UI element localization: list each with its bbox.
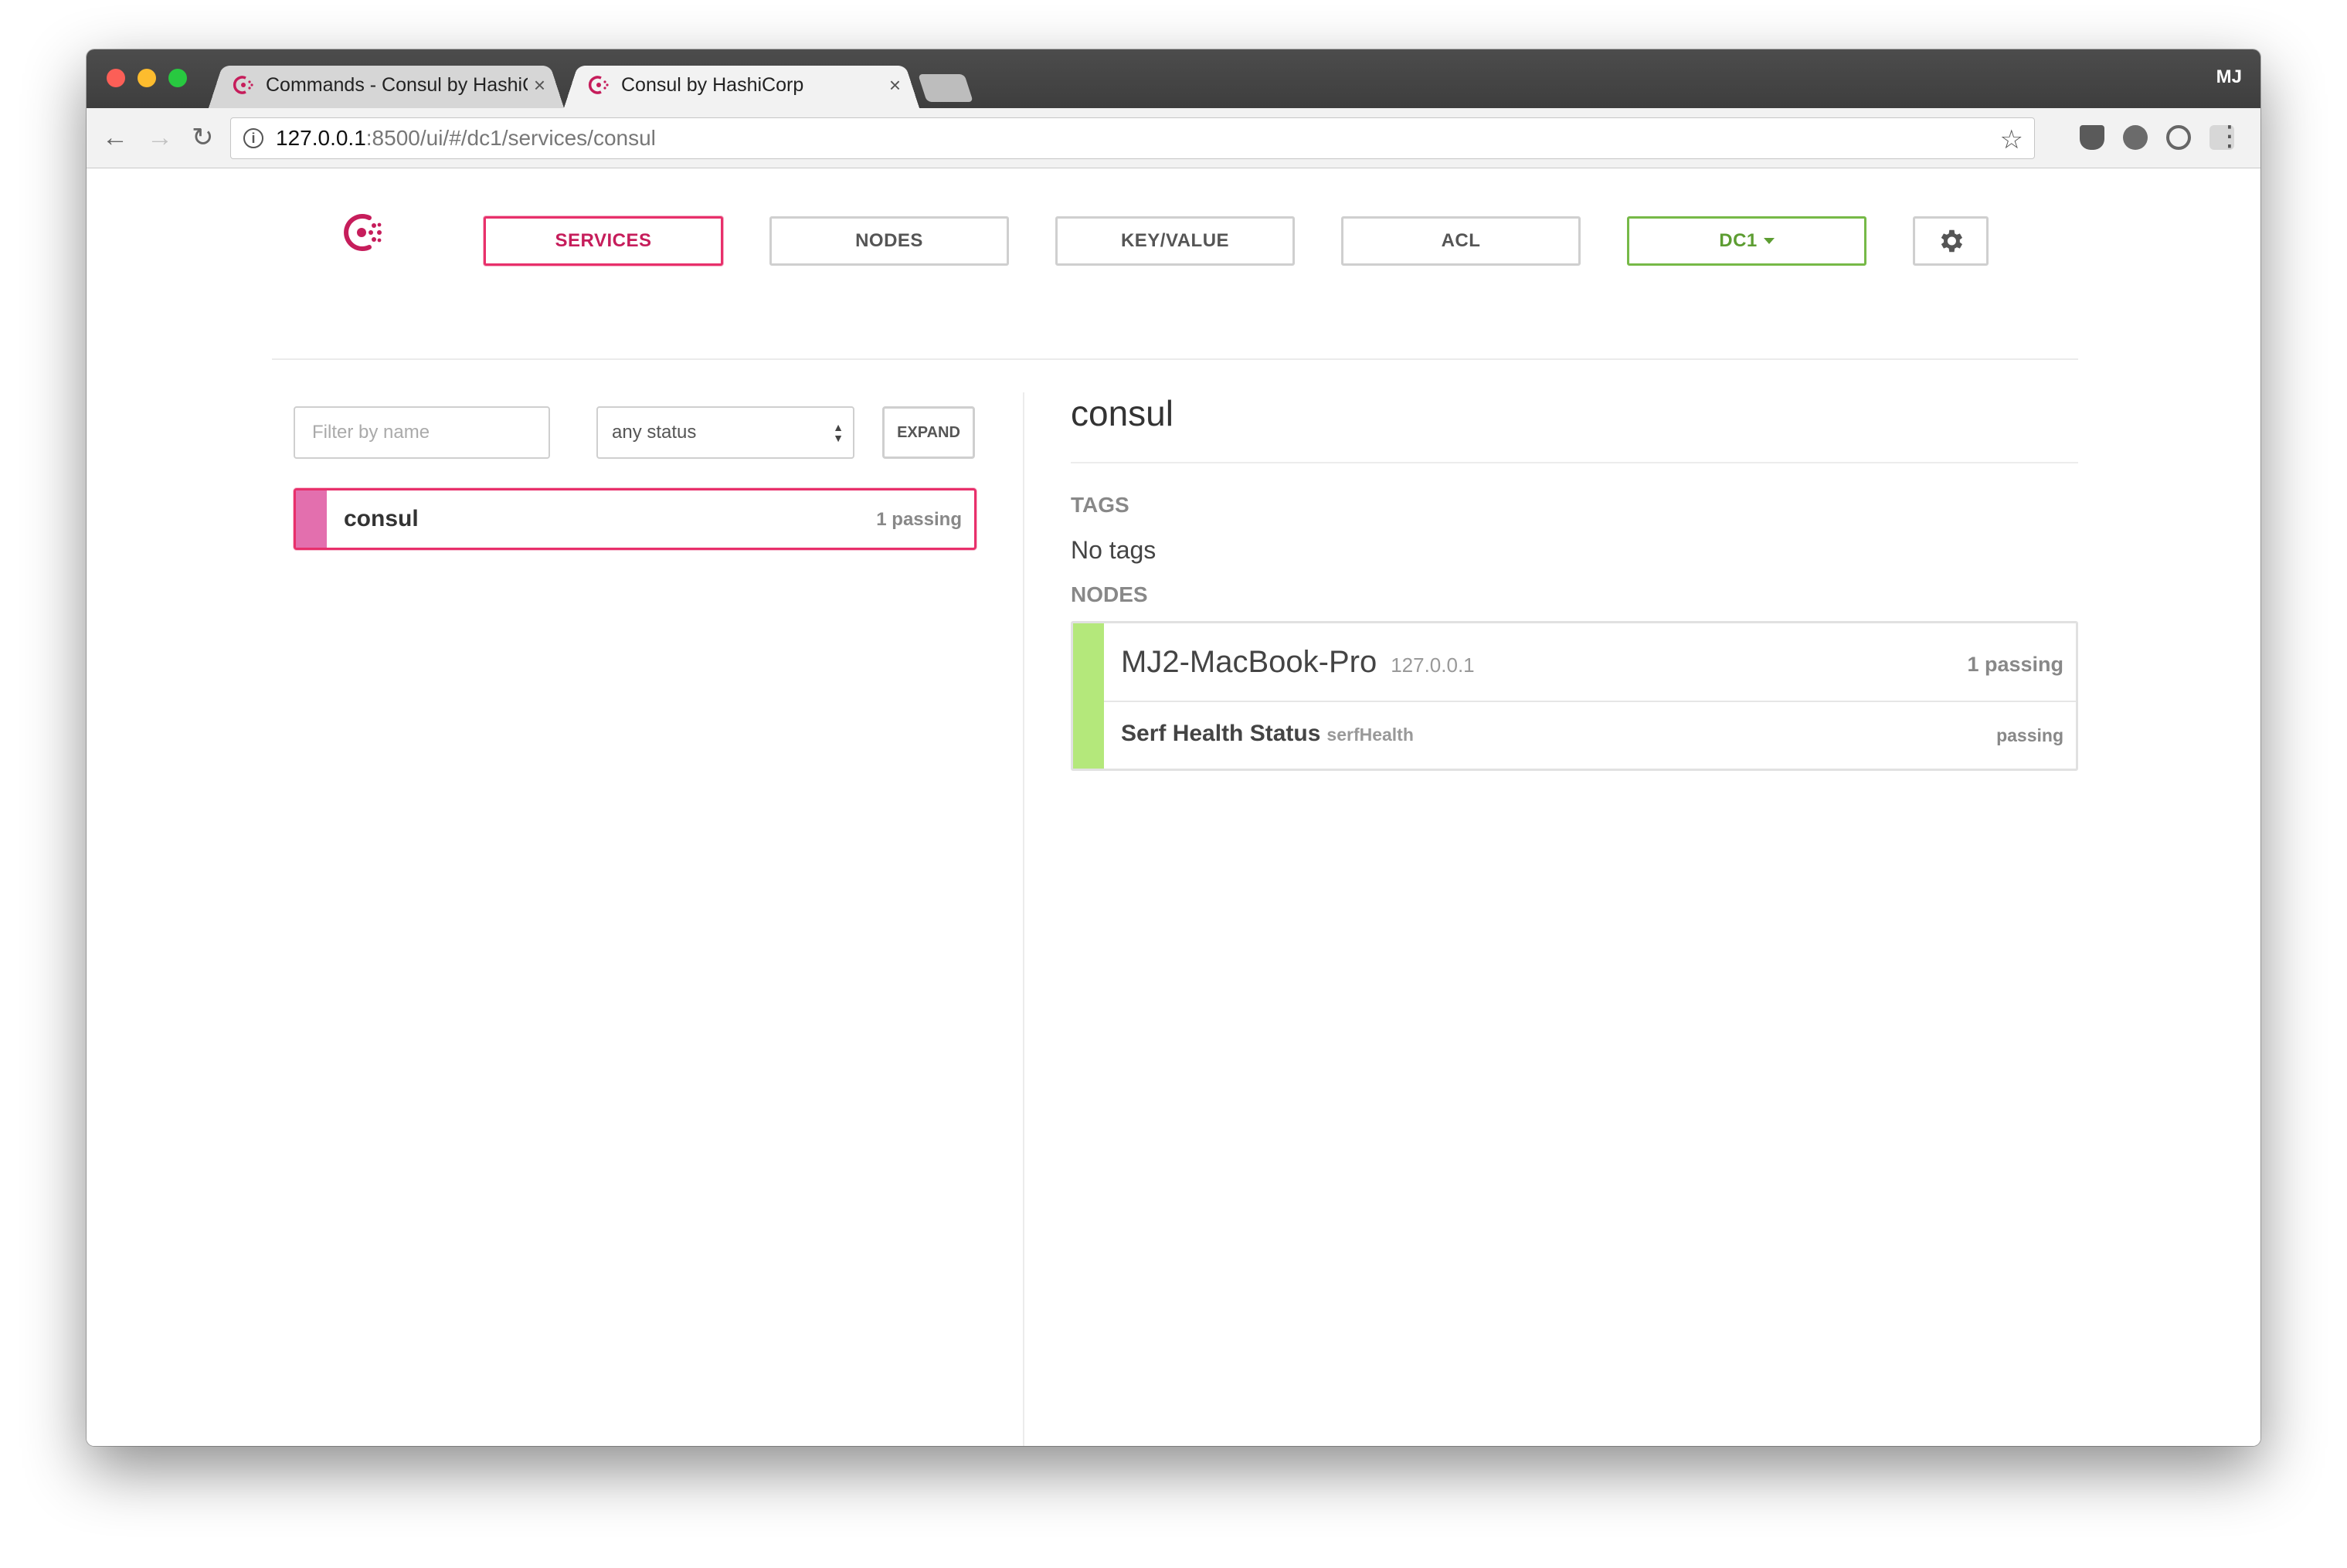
- browser-toolbar: ← → ↻ i 127.0.0.1 :8500/ui/#/dc1/service…: [87, 108, 2260, 168]
- tab-close-icon[interactable]: ×: [889, 73, 901, 97]
- check-name: Serf Health Status serfHealth: [1121, 721, 1414, 747]
- node-address: 127.0.0.1: [1391, 653, 1475, 677]
- nav-key-value-button[interactable]: KEY/VALUE: [1055, 216, 1295, 266]
- tab-title: Commands - Consul by HashiC: [266, 73, 528, 96]
- forward-icon[interactable]: →: [147, 124, 173, 151]
- profile-button[interactable]: MJ: [2216, 66, 2242, 88]
- consul-ui-page: SERVICES NODES KEY/VALUE ACL DC1 any sta…: [87, 168, 2260, 1446]
- health-check-row[interactable]: Serf Health Status serfHealth passing: [1104, 704, 2076, 769]
- service-name: consul: [344, 506, 419, 531]
- nav-acl-button[interactable]: ACL: [1341, 216, 1581, 266]
- header-divider: [272, 358, 2078, 360]
- column-divider: [1023, 392, 1024, 1446]
- service-status-bar: [296, 490, 327, 548]
- check-name-text: Serf Health Status: [1121, 721, 1321, 746]
- service-detail-title: consul: [1071, 393, 1174, 433]
- node-card[interactable]: MJ2-MacBook-Pro 127.0.0.1 1 passing Serf …: [1071, 621, 2078, 771]
- gear-icon: [1941, 229, 1963, 253]
- tab-close-icon[interactable]: ×: [534, 73, 545, 97]
- datacenter-dropdown[interactable]: DC1: [1627, 216, 1866, 266]
- status-select[interactable]: any status ▲ ▼: [596, 406, 854, 459]
- nav-nodes-button[interactable]: NODES: [769, 216, 1009, 266]
- check-status: passing: [1996, 725, 2063, 745]
- tab-consul[interactable]: Consul by HashiCorp ×: [564, 62, 919, 108]
- node-check-count: 1 passing: [1967, 653, 2063, 676]
- caret-down-icon: [1763, 238, 1775, 244]
- consul-logo-icon[interactable]: [338, 209, 386, 256]
- node-header[interactable]: MJ2-MacBook-Pro 127.0.0.1 1 passing: [1104, 623, 2076, 702]
- filter-by-name-input[interactable]: [294, 406, 550, 459]
- consul-favicon-icon: [233, 76, 253, 94]
- nodes-heading: NODES: [1071, 582, 1148, 606]
- pocket-extension-icon[interactable]: [2080, 125, 2104, 150]
- tags-heading: TAGS: [1071, 493, 1129, 517]
- status-select-value: any status: [612, 422, 697, 443]
- browser-menu-icon[interactable]: ⋮: [2216, 119, 2243, 153]
- node-status-bar: [1073, 623, 1104, 769]
- new-tab-button[interactable]: [918, 74, 973, 102]
- tags-value: No tags: [1071, 536, 1157, 564]
- datacenter-label: DC1: [1719, 230, 1758, 251]
- url-path: :8500/ui/#/dc1/services/consul: [365, 126, 656, 150]
- settings-button[interactable]: [1913, 216, 1989, 266]
- service-list-item[interactable]: consul 1 passing: [294, 488, 977, 550]
- bookmark-star-icon[interactable]: ☆: [2000, 124, 2023, 155]
- address-bar[interactable]: i 127.0.0.1 :8500/ui/#/dc1/services/cons…: [230, 117, 2035, 159]
- tab-title: Consul by HashiCorp: [621, 73, 804, 96]
- service-check-count: 1 passing: [876, 509, 962, 530]
- back-icon[interactable]: ←: [102, 124, 128, 151]
- minimize-window-button[interactable]: [138, 69, 156, 87]
- check-id: serfHealth: [1326, 725, 1414, 745]
- browser-window: Commands - Consul by HashiC × Consul by …: [87, 49, 2260, 1446]
- zoom-window-button[interactable]: [168, 69, 187, 87]
- tab-bar: Commands - Consul by HashiC × Consul by …: [87, 49, 2260, 108]
- url-host: 127.0.0.1: [276, 126, 366, 150]
- reload-icon[interactable]: ↻: [192, 124, 214, 151]
- node-name-text: MJ2-MacBook-Pro: [1121, 645, 1377, 679]
- select-arrows-icon: ▲ ▼: [833, 421, 844, 444]
- nav-services-button[interactable]: SERVICES: [484, 216, 723, 266]
- evernote-extension-icon[interactable]: [2123, 125, 2148, 150]
- expand-button[interactable]: EXPAND: [882, 406, 975, 459]
- sync-extension-icon[interactable]: [2166, 125, 2191, 150]
- consul-favicon-icon: [588, 76, 609, 94]
- info-icon[interactable]: i: [243, 128, 263, 148]
- tab-commands[interactable]: Commands - Consul by HashiC ×: [209, 62, 564, 108]
- close-window-button[interactable]: [107, 69, 125, 87]
- node-name: MJ2-MacBook-Pro 127.0.0.1: [1121, 645, 1475, 680]
- title-divider: [1071, 462, 2078, 463]
